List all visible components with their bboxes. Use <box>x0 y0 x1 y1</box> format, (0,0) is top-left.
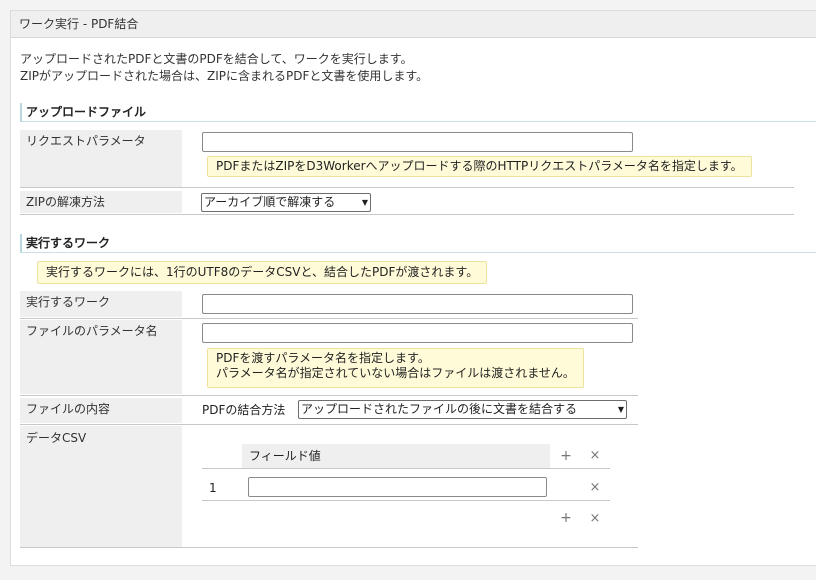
request-param-hint: PDFまたはZIPをD3Workerへアップロードする際のHTTPリクエストパラ… <box>207 156 752 177</box>
csv-column-header: フィールド値 <box>242 444 550 468</box>
work-note: 実行するワークには、1行のUTF8のデータCSVと、結合したPDFが渡されます。 <box>37 261 488 284</box>
row-divider <box>20 318 638 319</box>
panel-title: ワーク実行 - PDF結合 <box>11 11 816 38</box>
row-divider <box>20 547 638 548</box>
zip-extract-selected: アーカイブ順で解凍する <box>204 195 336 209</box>
description-line-1: アップロードされたPDFと文書のPDFを結合して、ワークを実行します。 <box>20 52 413 66</box>
csv-row-index: 1 <box>209 481 217 495</box>
csv-row-value-input[interactable] <box>248 477 547 497</box>
csv-header-divider <box>202 468 610 469</box>
row-divider <box>20 214 794 215</box>
file-param-hint-line-2: パラメータ名が指定されていない場合はファイルは渡されません。 <box>216 366 575 380</box>
data-csv-label: データCSV <box>20 426 182 547</box>
file-param-hint-line-1: PDFを渡すパラメータ名を指定します。 <box>216 351 430 365</box>
row-divider <box>20 424 638 425</box>
row-divider <box>20 187 794 188</box>
row-divider <box>20 395 638 396</box>
file-param-hint: PDFを渡すパラメータ名を指定します。 パラメータ名が指定されていない場合はファ… <box>207 348 584 388</box>
csv-row-divider <box>202 500 610 501</box>
file-content-label: ファイルの内容 <box>20 398 182 423</box>
chevron-down-icon: ▼ <box>361 198 368 207</box>
add-column-button[interactable]: + <box>559 448 573 464</box>
work-field-label: 実行するワーク <box>20 291 182 317</box>
zip-extract-select[interactable]: アーカイブ順で解凍する ▼ <box>201 193 371 212</box>
remove-row-button[interactable]: × <box>588 480 602 496</box>
remove-column-button[interactable]: × <box>588 448 602 464</box>
add-row-button[interactable]: + <box>559 510 573 526</box>
remove-all-button[interactable]: × <box>588 511 602 527</box>
merge-method-selected: アップロードされたファイルの後に文書を結合する <box>301 402 578 416</box>
section-title-work: 実行するワーク <box>20 234 816 253</box>
merge-method-select[interactable]: アップロードされたファイルの後に文書を結合する ▼ <box>298 400 627 419</box>
zip-extract-label: ZIPの解凍方法 <box>20 191 182 213</box>
file-param-input[interactable] <box>202 323 633 343</box>
chevron-down-icon: ▼ <box>617 405 624 414</box>
section-title-upload: アップロードファイル <box>20 103 816 122</box>
description-line-2: ZIPがアップロードされた場合は、ZIPに含まれるPDFと文書を使用します。 <box>20 69 429 83</box>
file-param-label: ファイルのパラメータ名 <box>20 320 182 394</box>
request-param-input[interactable] <box>202 132 633 152</box>
merge-method-label: PDFの結合方法 <box>202 403 286 417</box>
request-param-label: リクエストパラメータ <box>20 130 182 187</box>
work-field-input[interactable] <box>202 294 633 314</box>
